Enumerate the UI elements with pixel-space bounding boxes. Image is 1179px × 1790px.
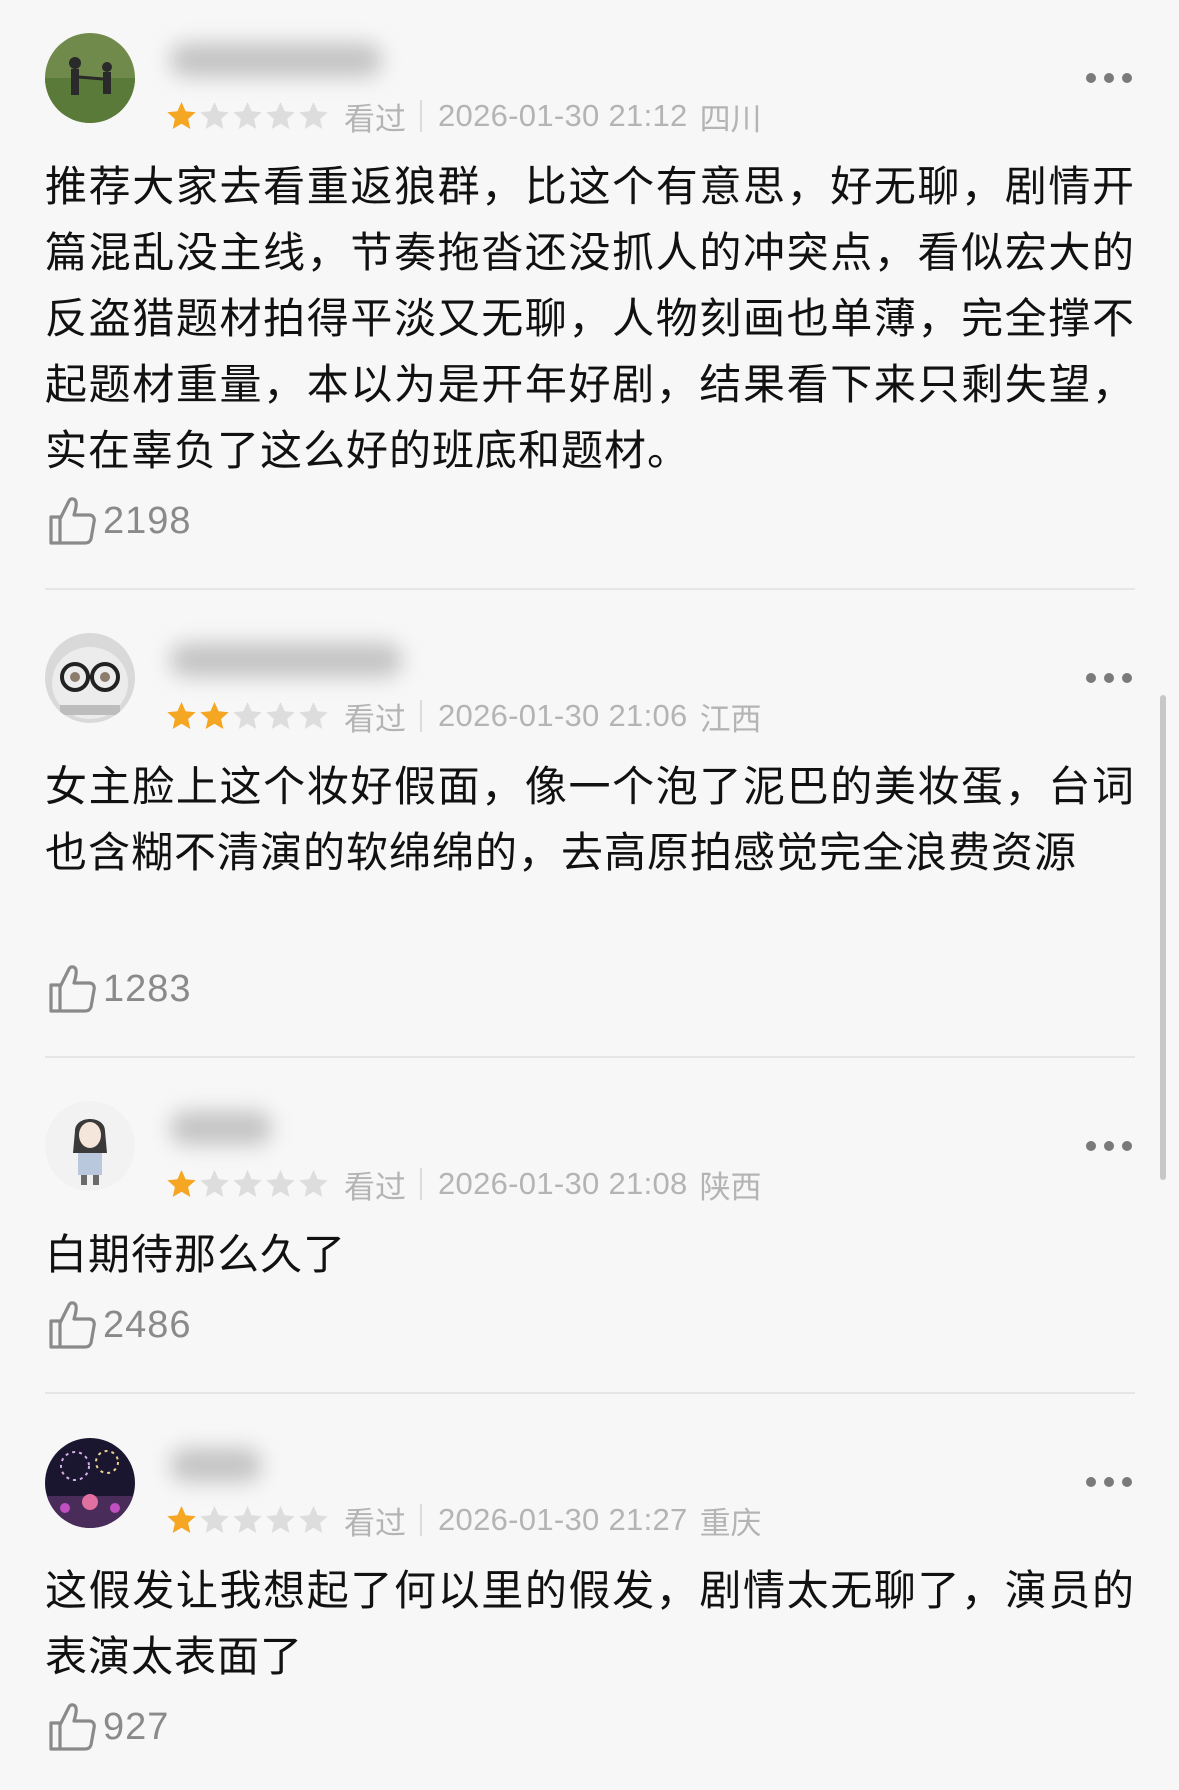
watched-status: 看过 — [344, 101, 406, 137]
star-empty-icon — [200, 1505, 229, 1533]
avatar[interactable] — [45, 633, 135, 723]
avatar[interactable] — [45, 1101, 135, 1191]
review-location: 四川 — [699, 101, 762, 137]
like-button[interactable]: 1283 — [47, 961, 192, 1017]
review-divider — [45, 1056, 1135, 1058]
divider — [420, 1504, 422, 1536]
username[interactable]: 用户 — [162, 1101, 292, 1153]
star-empty-icon — [233, 1169, 262, 1197]
star-filled-icon — [200, 701, 229, 729]
review-datetime: 2026-01-30 21:27 — [438, 1502, 688, 1537]
review-content: 白期待那么久了 — [45, 1230, 347, 1279]
star-filled-icon — [167, 1505, 196, 1533]
star-empty-icon — [299, 1505, 328, 1533]
more-options-icon[interactable] — [1086, 671, 1132, 685]
star-rating — [165, 1168, 330, 1201]
star-rating — [165, 100, 330, 133]
star-empty-icon — [266, 1169, 295, 1197]
star-empty-icon — [200, 101, 229, 129]
divider — [420, 1168, 422, 1200]
more-options-icon[interactable] — [1086, 1475, 1132, 1489]
divider — [420, 100, 422, 132]
like-count: 927 — [103, 1705, 170, 1748]
watched-status: 看过 — [344, 1505, 406, 1541]
username[interactable]: 用户 — [162, 1438, 282, 1490]
review-datetime: 2026-01-30 21:08 — [438, 1166, 688, 1201]
thumbs-up-icon — [49, 965, 96, 1013]
review-content: 女主脸上这个妆好假面，像一个泡了泥巴的美妆蛋，台词也含糊不清演的软绵绵的，去高原… — [45, 762, 1135, 877]
star-empty-icon — [266, 101, 295, 129]
watched-status: 看过 — [344, 701, 406, 737]
review-datetime: 2026-01-30 21:12 — [438, 98, 688, 133]
watched-status: 看过 — [344, 1169, 406, 1205]
star-empty-icon — [299, 101, 328, 129]
review-meta: 看过 2026-01-30 21:08 陕西 — [165, 1164, 762, 1205]
like-count: 2486 — [103, 1303, 192, 1346]
star-empty-icon — [299, 1169, 328, 1197]
review-meta: 看过 2026-01-30 21:06 江西 — [165, 696, 762, 737]
divider — [420, 700, 422, 732]
star-empty-icon — [266, 1505, 295, 1533]
username[interactable]: 用户 — [162, 33, 402, 85]
star-empty-icon — [200, 1169, 229, 1197]
thumbs-up-icon — [49, 497, 96, 545]
star-rating — [165, 1504, 330, 1537]
thumbs-up-icon — [49, 1301, 96, 1349]
review-feed: 用户 看过 2026-01-30 21:12 四川 推荐大家去看重返狼群，比这个… — [0, 0, 1179, 1790]
thumbs-up-icon — [49, 1703, 96, 1751]
star-empty-icon — [299, 701, 328, 729]
review-meta: 看过 2026-01-30 21:27 重庆 — [165, 1500, 762, 1541]
scrollbar[interactable] — [1160, 695, 1166, 1180]
star-filled-icon — [167, 1169, 196, 1197]
like-count: 2198 — [103, 499, 192, 542]
star-empty-icon — [233, 701, 262, 729]
like-count: 1283 — [103, 967, 192, 1010]
star-empty-icon — [233, 101, 262, 129]
avatar[interactable] — [45, 33, 135, 123]
star-rating — [165, 700, 330, 733]
review-location: 江西 — [699, 701, 762, 737]
review-content: 这假发让我想起了何以里的假发，剧情太无聊了，演员的表演太表面了 — [45, 1566, 1135, 1681]
like-button[interactable]: 2198 — [47, 493, 192, 549]
review-divider — [45, 1392, 1135, 1394]
star-empty-icon — [233, 1505, 262, 1533]
review-location: 重庆 — [699, 1505, 762, 1541]
like-button[interactable]: 927 — [47, 1699, 169, 1755]
username[interactable]: 用户 — [162, 633, 422, 685]
avatar[interactable] — [45, 1438, 135, 1528]
star-filled-icon — [167, 101, 196, 129]
star-filled-icon — [167, 701, 196, 729]
more-options-icon[interactable] — [1086, 1139, 1132, 1153]
review-datetime: 2026-01-30 21:06 — [438, 698, 688, 733]
review-location: 陕西 — [699, 1169, 762, 1205]
review-meta: 看过 2026-01-30 21:12 四川 — [165, 96, 762, 137]
review-divider — [45, 588, 1135, 590]
star-empty-icon — [266, 701, 295, 729]
review-content: 推荐大家去看重返狼群，比这个有意思，好无聊，剧情开篇混乱没主线，节奏拖沓还没抓人… — [45, 162, 1135, 475]
more-options-icon[interactable] — [1086, 71, 1132, 85]
like-button[interactable]: 2486 — [47, 1297, 192, 1353]
